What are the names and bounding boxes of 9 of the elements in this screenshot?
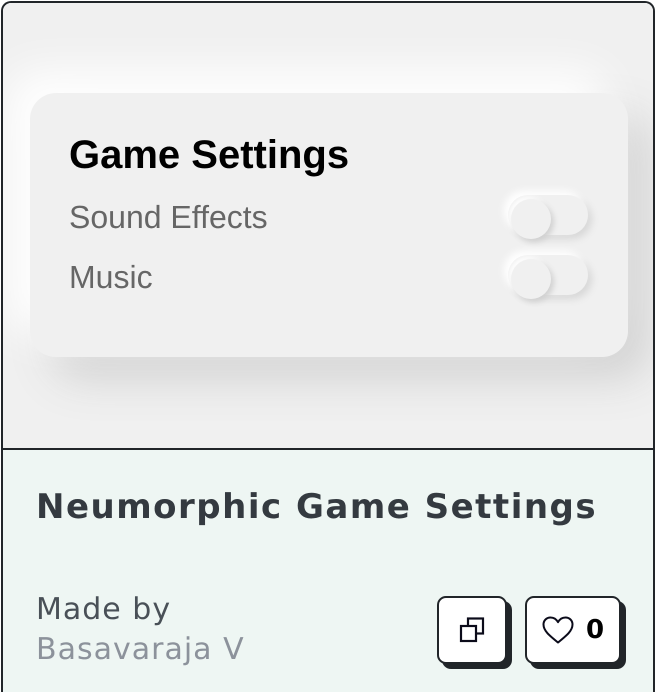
setting-label: Music (69, 258, 153, 296)
panel-title: Game Settings (69, 135, 350, 175)
heart-icon (542, 616, 574, 644)
toggle-switch[interactable] (508, 195, 588, 239)
toggle-switch[interactable] (508, 255, 588, 299)
project-title: Neumorphic Game Settings (36, 486, 598, 529)
setting-label: Sound Effects (69, 198, 268, 236)
copy-icon (459, 617, 485, 643)
made-by-label: Made by (36, 591, 172, 629)
